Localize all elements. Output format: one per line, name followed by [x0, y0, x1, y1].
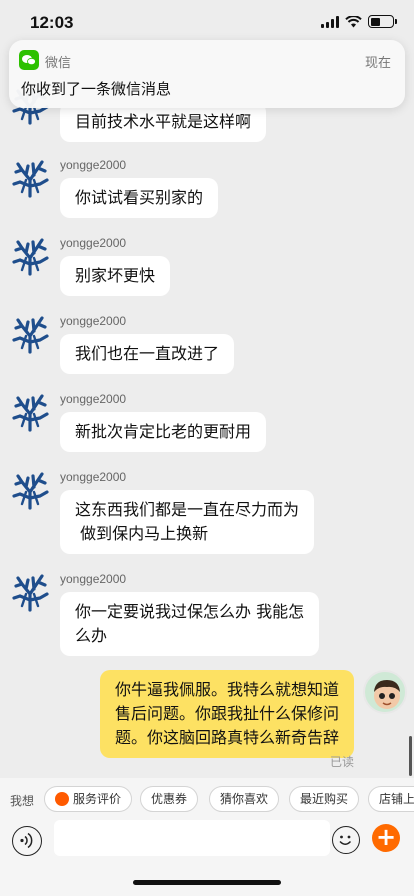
quick-bar-label: 我想 [10, 794, 35, 808]
chip-guess-you-like[interactable]: 猜你喜欢 [209, 786, 280, 812]
sender-name: yongge2000 [60, 572, 127, 586]
voice-button[interactable] [12, 826, 42, 856]
home-indicator[interactable] [133, 880, 281, 885]
message-line: 么办 [75, 626, 108, 645]
chip-label: 服务评价 [73, 792, 122, 806]
message-input[interactable] [54, 820, 330, 856]
contact-avatar[interactable] [10, 236, 50, 276]
wifi-icon [345, 15, 362, 27]
memoji-icon [374, 680, 400, 709]
chip-coupon[interactable]: 优惠券 [140, 786, 199, 812]
notification-time: 现在 [364, 56, 391, 71]
smiley-icon [339, 835, 352, 845]
contact-avatar[interactable] [10, 314, 50, 354]
message-bubble[interactable]: 目前技术水平就是这样啊 [60, 102, 267, 142]
chip-recent-purchase[interactable]: 最近购买 [289, 786, 360, 812]
own-avatar[interactable] [363, 670, 407, 714]
taobao-icon [55, 792, 69, 806]
contact-avatar[interactable] [10, 470, 50, 510]
status-bar: 12:03 [0, 0, 414, 44]
sender-name: yongge2000 [60, 314, 127, 328]
plus-button[interactable]: + [372, 824, 400, 852]
message-bubble[interactable]: 你试试看买别家的 [60, 178, 219, 218]
read-status: 已读 [329, 755, 354, 769]
message-bubble[interactable]: 新批次肯定比老的更耐用 [60, 412, 267, 452]
notification-banner[interactable]: 微信 现在 你收到了一条微信消息 [9, 40, 405, 108]
message-bubble[interactable]: 别家坏更快 [60, 256, 171, 296]
message-line: 这东西我们都是一直在尽力而为 [75, 500, 300, 519]
message-line: 你一定要说我过保怎么办 我能怎 [75, 602, 305, 621]
contact-avatar[interactable] [10, 572, 50, 612]
sender-name: yongge2000 [60, 158, 127, 172]
message-bubble[interactable]: 我们也在一直改进了 [60, 334, 235, 374]
contact-avatar[interactable] [10, 392, 50, 432]
chip-label: 最近购买 [300, 792, 349, 806]
emoji-button[interactable] [332, 826, 360, 854]
message-line: 售后问题。你跟我扯什么保修问 [114, 704, 339, 723]
chip-shop[interactable]: 店铺上 [368, 786, 414, 812]
status-time: 12:03 [30, 13, 74, 32]
sender-name: yongge2000 [60, 392, 127, 406]
sender-name: yongge2000 [60, 236, 127, 250]
message-bubble[interactable]: 这东西我们都是一直在尽力而为 做到保内马上换新 [60, 490, 315, 554]
contact-avatar[interactable] [10, 158, 50, 198]
chip-label: 猜你喜欢 [220, 792, 269, 806]
voice-icon [20, 832, 33, 849]
wechat-icon [19, 50, 39, 70]
message-bubble[interactable]: 你一定要说我过保怎么办 我能怎 么办 [60, 592, 320, 656]
chip-label: 店铺上 [379, 792, 414, 806]
chat-area[interactable]: 目前技术水平就是这样啊 yongge2000 你试试看买别家的 yongge20… [0, 80, 414, 775]
chip-service-review[interactable]: 服务评价 [44, 786, 133, 812]
message-line: 做到保内马上换新 [75, 524, 209, 543]
chip-label: 优惠券 [151, 792, 188, 806]
plus-icon: + [375, 823, 397, 851]
cellular-signal-icon [321, 15, 339, 28]
quick-action-bar: 我想 服务评价 优惠券 猜你喜欢 最近购买 店铺上 [0, 778, 414, 820]
message-line: 你牛逼我佩服。我特么就想知道 [114, 680, 339, 699]
status-icons [321, 15, 397, 28]
battery-icon [368, 15, 397, 28]
scrollbar[interactable] [409, 736, 412, 776]
notification-text: 你收到了一条微信消息 [21, 80, 172, 98]
sender-name: yongge2000 [60, 470, 127, 484]
message-line: 题。你这脑回路真特么新奇告辞 [114, 728, 339, 747]
notification-app-name: 微信 [45, 56, 72, 71]
own-message-bubble[interactable]: 你牛逼我佩服。我特么就想知道 售后问题。你跟我扯什么保修问 题。你这脑回路真特么… [99, 670, 354, 758]
